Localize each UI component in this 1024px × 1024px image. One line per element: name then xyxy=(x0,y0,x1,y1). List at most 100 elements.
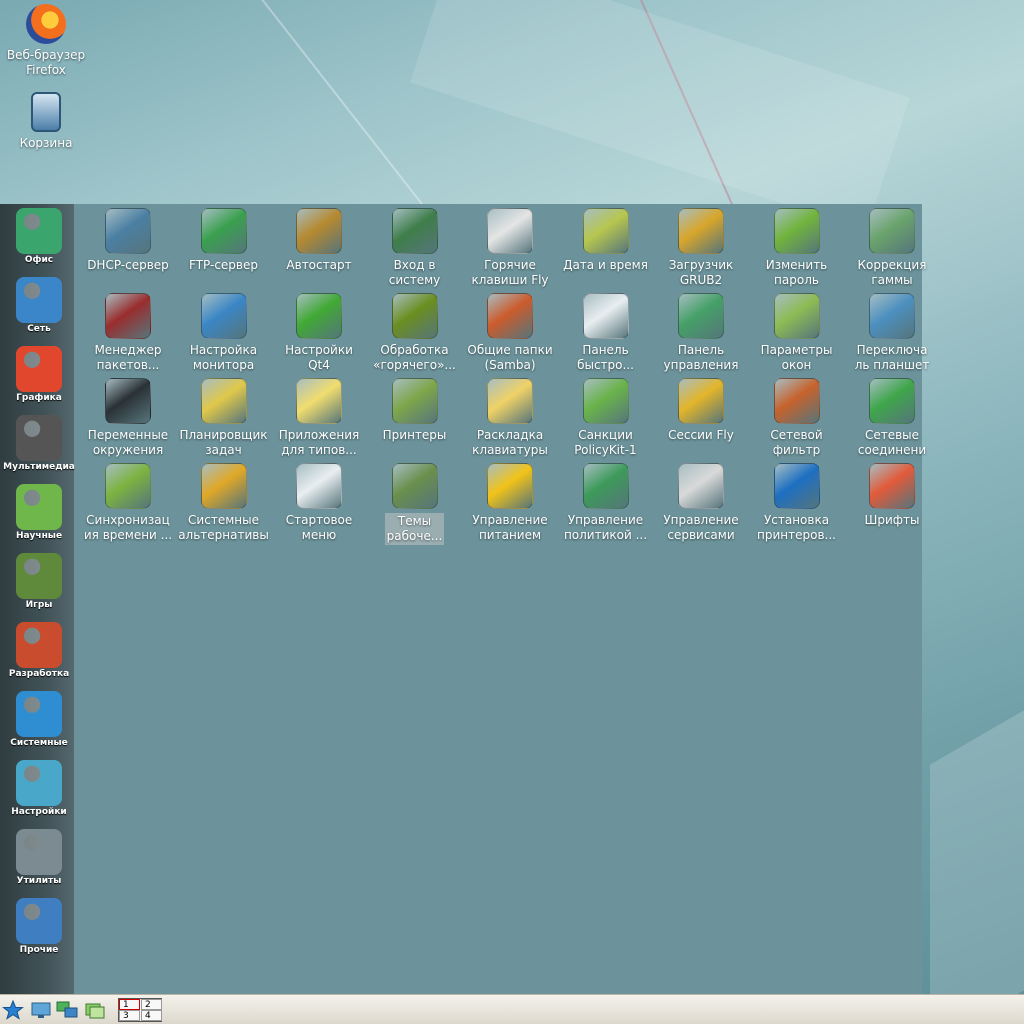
desktop-icon-firefox[interactable]: Веб-браузер Firefox xyxy=(0,4,92,78)
category-item[interactable]: Утилиты xyxy=(0,825,78,894)
user-lock-icon xyxy=(773,208,820,254)
antenna-icon xyxy=(869,378,915,424)
app-label: Санкции PolicyKit-1 xyxy=(574,428,637,457)
document-types-icon xyxy=(296,378,342,424)
app-launcher[interactable]: Шрифты xyxy=(844,463,940,528)
app-launcher[interactable]: Менеджер пакетов... xyxy=(80,293,176,373)
clock-calendar-icon xyxy=(582,208,629,254)
app-launcher[interactable]: Настройка монитора xyxy=(176,293,272,373)
start-star-icon[interactable] xyxy=(2,999,24,1020)
windows-list-icon[interactable] xyxy=(84,1000,106,1020)
firewall-icon xyxy=(773,378,820,424)
category-item[interactable]: Офис xyxy=(0,204,78,273)
app-launcher[interactable]: Настройки Qt4 xyxy=(271,293,367,373)
printer-icon xyxy=(391,378,438,424)
app-launcher[interactable]: Вход в систему xyxy=(367,208,463,288)
app-launcher[interactable]: Системные альтернативы xyxy=(176,463,272,543)
category-item[interactable]: Настройки xyxy=(0,756,78,825)
control-panel-icon xyxy=(678,293,724,339)
app-label: Стартовое меню xyxy=(285,513,353,542)
category-label: Мультимедиа xyxy=(3,462,75,472)
desktop-icon-trash[interactable]: Корзина xyxy=(0,92,92,151)
app-launcher[interactable]: Коррекция гаммы xyxy=(844,208,940,288)
samba-share-icon xyxy=(487,293,533,339)
workspace-1[interactable]: 1 xyxy=(119,999,140,1010)
app-launcher[interactable]: Принтеры xyxy=(367,378,463,443)
app-label: Параметры окон xyxy=(760,343,833,372)
app-launcher[interactable]: Панель управления xyxy=(653,293,749,373)
app-launcher[interactable]: Синхронизац ия времени ... xyxy=(80,463,176,543)
forklift-icon xyxy=(678,208,724,254)
app-label: Обработка «горячего»... xyxy=(373,343,456,372)
app-label: Вход в систему xyxy=(388,258,441,287)
category-label: Сеть xyxy=(27,324,51,334)
app-launcher[interactable]: Стартовое меню xyxy=(271,463,367,543)
desktop-icon-label: Веб-браузер Firefox xyxy=(6,48,86,77)
network-monitor-icon[interactable] xyxy=(56,1000,78,1020)
app-launcher[interactable]: Управление питанием xyxy=(462,463,558,543)
app-launcher[interactable]: Панель быстро... xyxy=(558,293,654,373)
category-item[interactable]: Игры xyxy=(0,549,78,618)
app-launcher[interactable]: Горячие клавиши Fly xyxy=(462,208,558,288)
policykit-lock-icon xyxy=(582,378,629,424)
app-launcher[interactable]: Сетевые соединени xyxy=(844,378,940,458)
app-launcher[interactable]: Темы рабоче... xyxy=(367,463,463,545)
app-launcher[interactable]: Раскладка клавиатуры xyxy=(462,378,558,458)
app-label: Изменить пароль xyxy=(765,258,828,287)
category-item[interactable]: Системные xyxy=(0,687,78,756)
workspace-2[interactable]: 2 xyxy=(141,999,162,1010)
app-label: Сетевые соединени xyxy=(857,428,927,457)
category-item[interactable]: Графика xyxy=(0,342,78,411)
app-label: Автостарт xyxy=(286,258,352,272)
desktop-icon-label: Корзина xyxy=(19,136,73,150)
app-label: DHCP-сервер xyxy=(87,258,169,272)
app-launcher[interactable]: Сетевой фильтр xyxy=(749,378,845,458)
tablet-switch-icon xyxy=(869,293,915,339)
app-launcher[interactable]: Параметры окон xyxy=(749,293,845,373)
app-launcher[interactable]: Управление сервисами xyxy=(653,463,749,543)
app-launcher[interactable]: Автостарт xyxy=(271,208,367,273)
hammer-icon xyxy=(16,622,62,668)
app-launcher[interactable]: FTP-сервер xyxy=(176,208,272,273)
app-label: Дата и время xyxy=(563,258,648,272)
category-item[interactable]: Прочие xyxy=(0,894,78,963)
category-item[interactable]: Сеть xyxy=(0,273,78,342)
wallpaper-streak xyxy=(230,0,429,213)
workspace-3[interactable]: 3 xyxy=(119,1010,140,1021)
app-label: Панель управления xyxy=(663,343,739,372)
app-label: Переменные окружения xyxy=(87,428,169,457)
app-launcher[interactable]: Приложения для типов... xyxy=(271,378,367,458)
app-label: Сетевой фильтр xyxy=(770,428,823,457)
category-label: Разработка xyxy=(8,669,70,679)
category-item[interactable]: Научные xyxy=(0,480,78,549)
paint-brushes-icon xyxy=(16,346,62,392)
app-launcher[interactable]: Общие папки (Samba) xyxy=(462,293,558,373)
category-item[interactable]: Разработка xyxy=(0,618,78,687)
keyboard-icon xyxy=(487,378,533,424)
terminal-icon xyxy=(105,378,151,424)
app-launcher[interactable]: Изменить пароль xyxy=(749,208,845,288)
category-label: Офис xyxy=(24,255,54,265)
category-label: Системные xyxy=(10,738,68,748)
package-manager-icon xyxy=(105,293,151,339)
app-launcher[interactable]: Переключа ль планшет xyxy=(844,293,940,373)
app-launcher[interactable]: Установка принтеров... xyxy=(749,463,845,543)
gamma-monitor-icon xyxy=(869,208,915,254)
app-launcher[interactable]: Санкции PolicyKit-1 xyxy=(558,378,654,458)
app-label: Коррекция гаммы xyxy=(857,258,927,287)
app-launcher[interactable]: Обработка «горячего»... xyxy=(367,293,463,373)
whiteboard-icon xyxy=(16,484,62,530)
app-launcher[interactable]: DHCP-сервер xyxy=(80,208,176,273)
workspace-4[interactable]: 4 xyxy=(141,1010,162,1021)
app-launcher[interactable]: Планировщик задач xyxy=(176,378,272,458)
typewriter-icon xyxy=(16,208,62,254)
app-launcher[interactable]: Переменные окружения xyxy=(80,378,176,458)
category-item[interactable]: Мультимедиа xyxy=(0,411,78,480)
app-launcher[interactable]: Управление политикой ... xyxy=(558,463,654,543)
app-launcher[interactable]: Загрузчик GRUB2 xyxy=(653,208,749,288)
show-desktop-icon[interactable] xyxy=(30,1000,52,1020)
app-label: Панель быстро... xyxy=(577,343,634,372)
app-launcher[interactable]: Дата и время xyxy=(558,208,654,273)
app-launcher[interactable]: Сессии Fly xyxy=(653,378,749,443)
app-label: Управление питанием xyxy=(472,513,548,542)
